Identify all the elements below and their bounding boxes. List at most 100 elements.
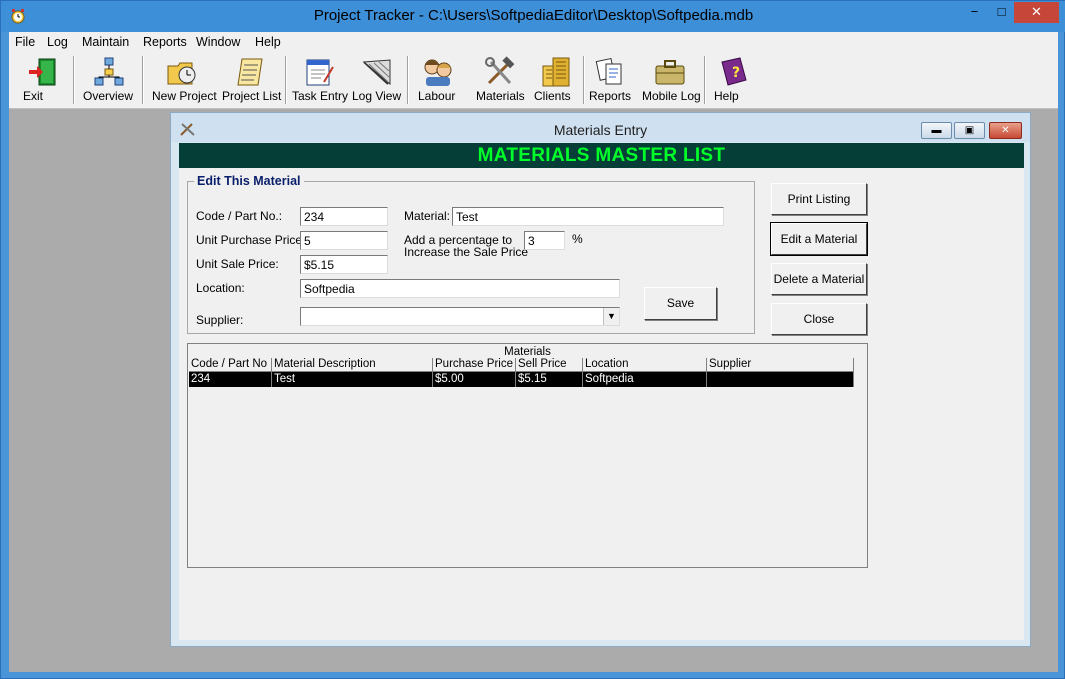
cell-sell-price: $5.15 — [516, 372, 583, 387]
column-header-sell-price[interactable]: Sell Price — [516, 358, 583, 372]
table-row[interactable]: 234 Test $5.00 $5.15 Softpedia — [189, 372, 854, 387]
toolbar-help-button[interactable]: ? Help — [714, 54, 752, 106]
delete-material-button[interactable]: Delete a Material — [771, 263, 867, 295]
supplier-label: Supplier: — [196, 313, 244, 327]
title-bar[interactable]: Project Tracker - C:\Users\SoftpediaEdit… — [1, 1, 1065, 32]
toolbar-reports-button[interactable]: Reports — [589, 54, 633, 106]
child-maximize-button[interactable]: ▣ — [954, 122, 985, 139]
help-book-icon: ? — [721, 57, 747, 86]
toolbar-separator — [285, 56, 287, 104]
unit-purchase-price-label: Unit Purchase Price: — [196, 233, 306, 247]
toolbar-new-project-button[interactable]: New Project — [152, 54, 217, 106]
materials-entry-title: Materials Entry — [553, 122, 648, 138]
toolbar-project-list-label: Project List — [222, 89, 282, 103]
mobile-log-briefcase-icon — [655, 60, 685, 85]
unit-sale-price-field[interactable]: $5.15 — [300, 255, 388, 274]
menu-file[interactable]: File — [15, 35, 35, 49]
toolbar-labour-label: Labour — [418, 89, 456, 103]
project-list-scroll-icon — [237, 58, 263, 86]
code-field[interactable]: 234 — [300, 207, 388, 226]
edit-material-group: Edit This Material Code / Part No.: 234 … — [187, 174, 755, 334]
chevron-down-icon[interactable]: ▼ — [603, 308, 619, 325]
maximize-button[interactable]: □ — [988, 2, 1015, 23]
percentage-field[interactable]: 3 — [524, 231, 565, 250]
code-label: Code / Part No.: — [196, 209, 283, 223]
labour-people-icon — [424, 59, 452, 86]
materials-master-list-banner: MATERIALS MASTER LIST — [179, 143, 1024, 168]
toolbar-new-project-label: New Project — [152, 89, 217, 103]
toolbar-separator — [407, 56, 409, 104]
save-button[interactable]: Save — [644, 287, 717, 320]
toolbar-log-view-label: Log View — [352, 89, 402, 103]
main-window: Project Tracker - C:\Users\SoftpediaEdit… — [0, 0, 1065, 679]
menu-window[interactable]: Window — [196, 35, 240, 49]
cell-code: 234 — [189, 372, 272, 387]
overview-tree-icon — [94, 57, 124, 86]
material-field[interactable]: Test — [452, 207, 724, 226]
toolbar-exit-button[interactable]: Exit — [23, 54, 65, 106]
edit-material-button[interactable]: Edit a Material — [770, 222, 868, 256]
cell-location: Softpedia — [583, 372, 707, 387]
menu-maintain[interactable]: Maintain — [82, 35, 129, 49]
menu-bar: File Log Maintain Reports Window Help — [9, 32, 1058, 52]
new-project-folder-icon — [167, 62, 196, 85]
materials-tools-icon — [485, 56, 515, 85]
close-button[interactable]: ✕ — [1014, 2, 1059, 23]
toolbar-separator — [73, 56, 75, 104]
materials-grid-caption: Materials — [504, 346, 551, 358]
toolbar-exit-label: Exit — [23, 89, 44, 103]
column-header-description[interactable]: Material Description — [272, 358, 433, 372]
toolbar-clients-label: Clients — [534, 89, 571, 103]
toolbar-mobile-log-button[interactable]: Mobile Log — [642, 54, 701, 106]
edit-material-group-title: Edit This Material — [194, 174, 304, 188]
unit-purchase-price-field[interactable]: 5 — [300, 231, 388, 250]
toolbar-task-entry-label: Task Entry — [292, 89, 349, 103]
minimize-button[interactable]: − — [961, 2, 988, 23]
material-label: Material: — [404, 209, 451, 223]
cell-description: Test — [272, 372, 433, 387]
toolbar-help-label: Help — [714, 89, 739, 103]
task-entry-notepad-icon — [306, 59, 334, 86]
toolbar-reports-label: Reports — [589, 89, 632, 103]
materials-entry-window: Materials Entry ▬ ▣ ✕ MATERIALS MASTER L… — [170, 112, 1031, 647]
materials-entry-title-bar[interactable]: Materials Entry ▬ ▣ ✕ — [171, 113, 1030, 142]
toolbar-materials-label: Materials — [476, 89, 525, 103]
print-listing-button[interactable]: Print Listing — [771, 183, 867, 215]
child-close-button[interactable]: ✕ — [989, 122, 1022, 139]
svg-text:?: ? — [732, 65, 740, 81]
toolbar-separator — [142, 56, 144, 104]
toolbar-clients-button[interactable]: Clients — [534, 54, 578, 106]
log-view-icon — [362, 59, 391, 86]
column-header-supplier[interactable]: Supplier — [707, 358, 854, 372]
menu-help[interactable]: Help — [255, 35, 281, 49]
window-title: Project Tracker - C:\Users\SoftpediaEdit… — [313, 7, 754, 24]
toolbar-materials-button[interactable]: Materials — [476, 54, 525, 106]
toolbar-mobile-log-label: Mobile Log — [642, 89, 701, 103]
toolbar-task-entry-button[interactable]: Task Entry — [292, 54, 349, 106]
supplier-dropdown[interactable]: ▼ — [300, 307, 620, 326]
child-minimize-button[interactable]: ▬ — [921, 122, 952, 139]
unit-sale-price-label: Unit Sale Price: — [196, 257, 279, 271]
menu-log[interactable]: Log — [47, 35, 68, 49]
column-header-purchase-price[interactable]: Purchase Price — [433, 358, 516, 372]
location-field[interactable]: Softpedia — [300, 279, 620, 298]
percent-sign: % — [572, 232, 583, 246]
exit-door-icon — [29, 58, 56, 86]
column-header-code[interactable]: Code / Part No — [189, 358, 272, 372]
toolbar-labour-button[interactable]: Labour — [418, 54, 458, 106]
materials-grid-header: Code / Part No Material Description Purc… — [189, 358, 854, 372]
toolbar-overview-button[interactable]: Overview — [83, 54, 135, 106]
toolbar-project-list-button[interactable]: Project List — [222, 54, 282, 106]
menu-reports[interactable]: Reports — [143, 35, 187, 49]
close-form-button[interactable]: Close — [771, 303, 867, 335]
toolbar-overview-label: Overview — [83, 89, 134, 103]
toolbar-separator — [704, 56, 706, 104]
toolbar-separator — [583, 56, 585, 104]
clients-building-icon — [542, 57, 570, 87]
cell-purchase-price: $5.00 — [433, 372, 516, 387]
toolbar-log-view-button[interactable]: Log View — [352, 54, 402, 106]
column-header-location[interactable]: Location — [583, 358, 707, 372]
toolbar: Exit Overview New Project Project List T… — [9, 52, 1058, 109]
materials-grid[interactable]: Materials Code / Part No Material Descri… — [187, 343, 868, 568]
reports-documents-icon — [595, 57, 622, 85]
